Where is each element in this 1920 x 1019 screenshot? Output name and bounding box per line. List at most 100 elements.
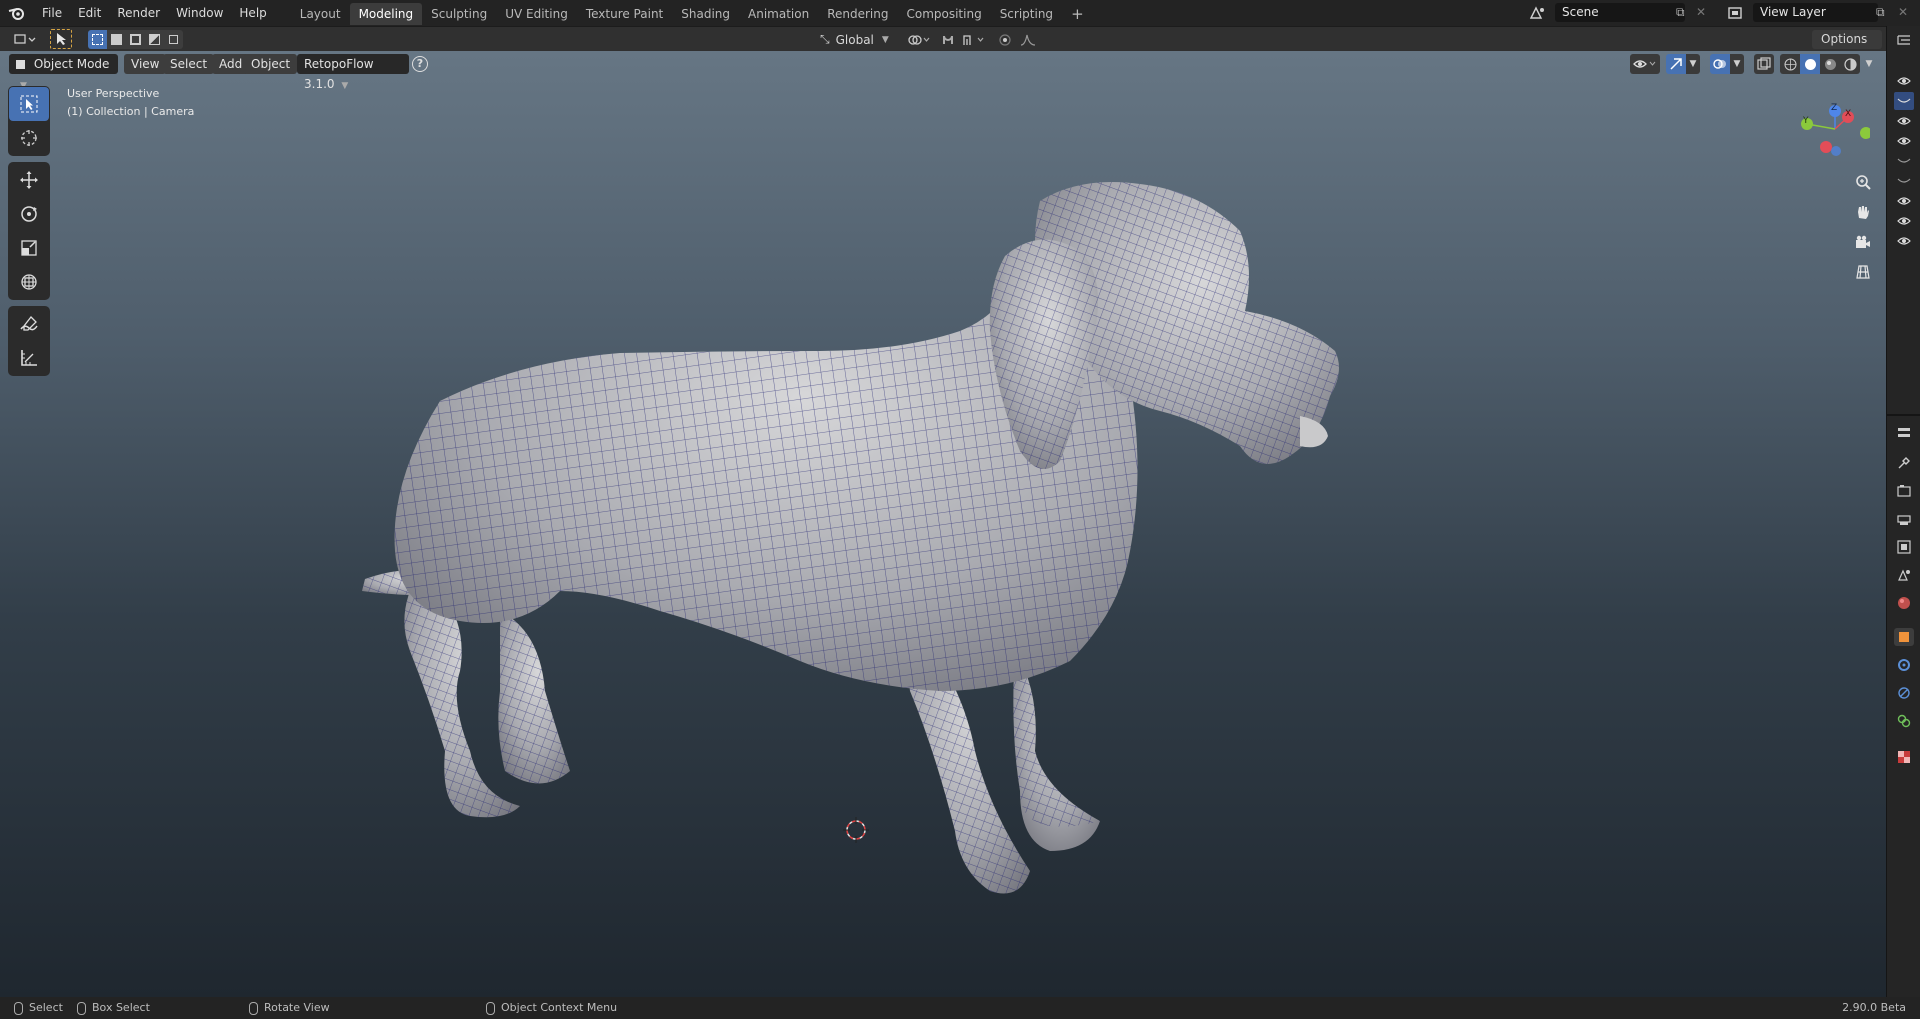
texture-properties-icon[interactable] [1894, 748, 1914, 766]
eye-icon[interactable] [1894, 212, 1914, 230]
object-menu[interactable]: Object [244, 54, 298, 74]
view-layer-field[interactable]: View Layer [1753, 3, 1878, 22]
tool-properties-icon[interactable] [1894, 454, 1914, 472]
intersect-selection-icon[interactable] [164, 30, 183, 49]
modifier-properties-icon[interactable] [1894, 656, 1914, 674]
select-box-tool-icon[interactable] [9, 87, 49, 121]
tab-layout[interactable]: Layout [291, 3, 350, 25]
new-selection-icon[interactable] [88, 30, 107, 49]
proportional-edit-icon[interactable] [995, 30, 1015, 50]
transform-tool-icon[interactable] [9, 265, 49, 299]
eye-closed-icon[interactable] [1894, 92, 1914, 110]
material-shading-icon[interactable] [1820, 54, 1840, 74]
version-label: 2.90.0 Beta [1842, 1001, 1906, 1014]
eye-icon[interactable] [1894, 72, 1914, 90]
view-layer-icon[interactable] [1722, 2, 1750, 23]
add-workspace-button[interactable]: + [1062, 3, 1093, 25]
object-properties-icon[interactable] [1894, 628, 1914, 646]
snap-target-icon[interactable] [960, 30, 990, 50]
properties-editor-icon[interactable] [1894, 424, 1914, 442]
tab-compositing[interactable]: Compositing [897, 3, 990, 25]
world-properties-icon[interactable] [1894, 594, 1914, 612]
dog-mesh-model[interactable] [0, 51, 1886, 997]
tool-settings-header: ⤡ Global ▼ Options ▼ [0, 26, 1886, 65]
transform-orientation-dropdown[interactable]: ⤡ Global ▼ [820, 30, 896, 49]
scene-properties-icon[interactable] [1894, 566, 1914, 584]
tab-scripting[interactable]: Scripting [991, 3, 1062, 25]
rotate-tool-icon[interactable] [9, 197, 49, 231]
chevron-down-icon: ▼ [881, 34, 889, 45]
menu-help[interactable]: Help [231, 0, 274, 26]
scene-close-icon[interactable]: ✕ [1696, 3, 1710, 22]
eye-closed-icon[interactable] [1894, 152, 1914, 170]
menu-file[interactable]: File [34, 0, 70, 26]
solid-shading-icon[interactable] [1800, 54, 1820, 74]
tab-uv-editing[interactable]: UV Editing [496, 3, 577, 25]
right-side-panel [1886, 26, 1920, 997]
scene-name-field[interactable]: Scene [1555, 3, 1685, 22]
view-layer-properties-icon[interactable] [1894, 538, 1914, 556]
tab-sculpting[interactable]: Sculpting [422, 3, 496, 25]
tab-animation[interactable]: Animation [739, 3, 818, 25]
navigation-gizmo[interactable]: Z X Y [1790, 99, 1872, 175]
help-icon[interactable]: ? [412, 56, 428, 72]
menu-edit[interactable]: Edit [70, 0, 109, 26]
camera-view-icon[interactable] [1849, 228, 1877, 256]
snap-icon[interactable] [938, 30, 958, 50]
scale-tool-icon[interactable] [9, 231, 49, 265]
move-tool-icon[interactable] [9, 163, 49, 197]
retopoflow-menu[interactable]: RetopoFlow 3.1.0 ▼ [297, 54, 409, 91]
view-menu[interactable]: View [124, 54, 167, 74]
select-menu[interactable]: Select [163, 54, 215, 74]
eye-icon[interactable] [1894, 192, 1914, 210]
render-properties-icon[interactable] [1894, 482, 1914, 500]
tab-shading[interactable]: Shading [672, 3, 739, 25]
chevron-down-icon[interactable]: ▼ [1730, 54, 1744, 74]
eye-icon[interactable] [1894, 232, 1914, 250]
pan-hand-icon[interactable] [1849, 198, 1877, 226]
menu-window[interactable]: Window [168, 0, 231, 26]
overlays-toggle-icon[interactable] [1710, 54, 1730, 74]
scene-copy-icon[interactable]: ⧉ [1676, 3, 1692, 22]
select-tool-icon[interactable] [50, 29, 72, 49]
status-rotate: Rotate View [249, 997, 330, 1019]
eye-closed-icon[interactable] [1894, 172, 1914, 190]
eye-icon[interactable] [1894, 132, 1914, 150]
extend-selection-icon[interactable] [107, 30, 126, 49]
3d-viewport[interactable]: User Perspective (1) Collection | Camera… [0, 51, 1886, 997]
chevron-down-icon[interactable]: ▼ [1862, 54, 1876, 74]
gizmo-toggle-icon[interactable] [1666, 54, 1686, 74]
tab-rendering[interactable]: Rendering [818, 3, 897, 25]
measure-tool-icon[interactable] [9, 341, 49, 375]
zoom-icon[interactable] [1849, 168, 1877, 196]
chevron-down-icon[interactable]: ▼ [1686, 54, 1700, 74]
output-properties-icon[interactable] [1894, 510, 1914, 528]
scene-icon[interactable] [1524, 2, 1552, 23]
options-dropdown[interactable]: Options ▼ [1812, 30, 1882, 65]
xray-toggle-icon[interactable] [1754, 54, 1774, 74]
3d-cursor-icon[interactable] [843, 817, 869, 843]
view-layer-close-icon[interactable]: ✕ [1898, 3, 1912, 22]
mode-dropdown[interactable]: Object Mode ▼ [9, 54, 118, 91]
constraint-properties-icon[interactable] [1894, 712, 1914, 730]
wireframe-shading-icon[interactable] [1780, 54, 1800, 74]
eye-icon[interactable] [1894, 112, 1914, 130]
falloff-icon[interactable] [1017, 30, 1039, 50]
subtract-selection-icon[interactable] [126, 30, 145, 49]
outliner-editor-icon[interactable] [1894, 32, 1914, 50]
tab-modeling[interactable]: Modeling [349, 3, 423, 25]
tab-texture-paint[interactable]: Texture Paint [577, 3, 672, 25]
perspective-toggle-icon[interactable] [1849, 258, 1877, 286]
rendered-shading-icon[interactable] [1840, 54, 1860, 74]
visibility-dropdown-icon[interactable] [1630, 54, 1660, 74]
menu-render[interactable]: Render [109, 0, 168, 26]
cursor-tool-icon[interactable] [9, 121, 49, 155]
view-layer-copy-icon[interactable]: ⧉ [1876, 3, 1892, 22]
blender-logo-icon[interactable] [0, 0, 34, 26]
pivot-point-icon[interactable] [905, 30, 933, 50]
gizmo-y-label: Y [1803, 116, 1809, 126]
physics-properties-icon[interactable] [1894, 684, 1914, 702]
editor-type-icon[interactable] [10, 29, 40, 49]
invert-selection-icon[interactable] [145, 30, 164, 49]
annotate-tool-icon[interactable] [9, 307, 49, 341]
